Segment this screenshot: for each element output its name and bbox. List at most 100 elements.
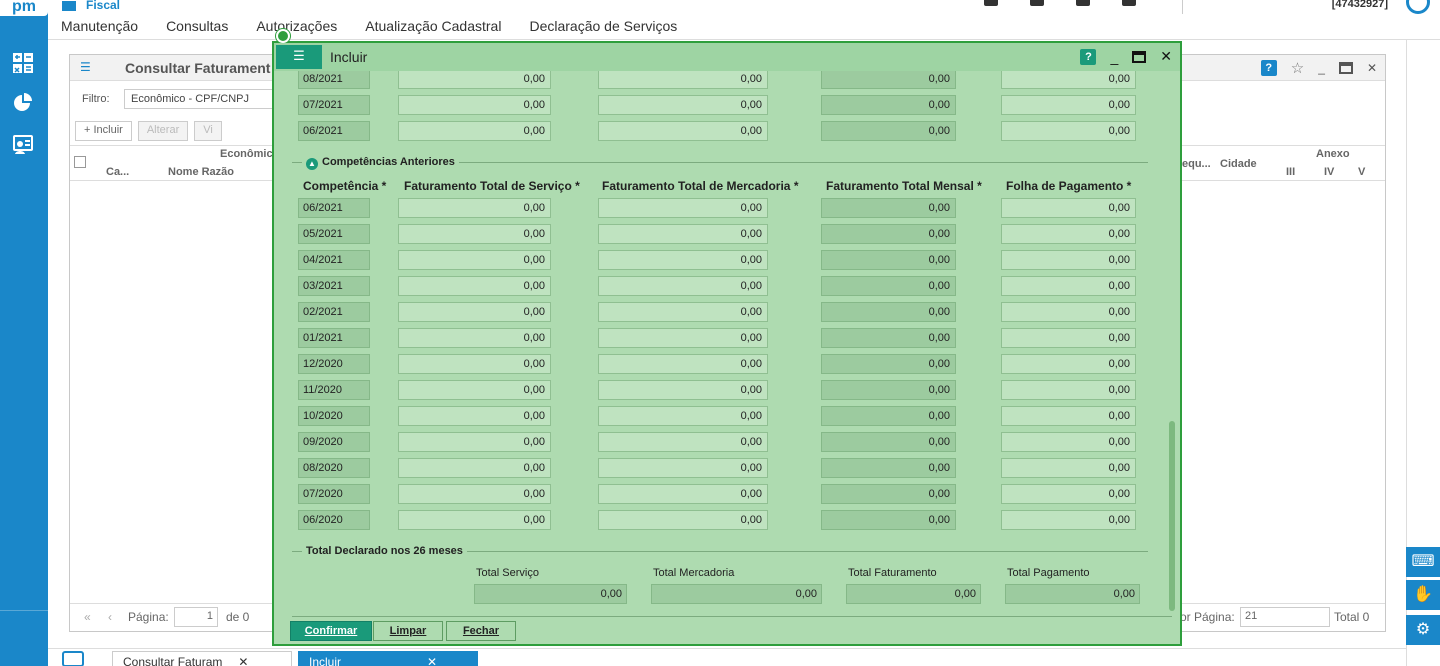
minimize-icon[interactable]: _: [1110, 49, 1118, 65]
per-page-select[interactable]: 21: [1240, 607, 1330, 627]
module-title[interactable]: Fiscal: [62, 0, 120, 12]
servico-input[interactable]: 0,00: [398, 95, 551, 115]
menu-consultas[interactable]: Consultas: [166, 18, 256, 34]
calculator-icon[interactable]: [12, 52, 36, 76]
maximize-icon[interactable]: [1338, 62, 1353, 74]
keyboard-icon[interactable]: ⌨: [1406, 547, 1440, 577]
servico-input[interactable]: 0,00: [398, 380, 551, 400]
visualizar-button[interactable]: Vi: [194, 121, 222, 141]
servico-input[interactable]: 0,00: [398, 458, 551, 478]
mercadoria-input[interactable]: 0,00: [598, 458, 768, 478]
servico-input[interactable]: 0,00: [398, 354, 551, 374]
col-ca[interactable]: Ca...: [106, 166, 129, 178]
servico-input[interactable]: 0,00: [398, 510, 551, 530]
servico-input[interactable]: 0,00: [398, 328, 551, 348]
mercadoria-input[interactable]: 0,00: [598, 328, 768, 348]
servico-input[interactable]: 0,00: [398, 224, 551, 244]
servico-input[interactable]: 0,00: [398, 121, 551, 141]
col-anexo-iii[interactable]: III: [1286, 166, 1295, 178]
folha-input[interactable]: 0,00: [1001, 510, 1136, 530]
calculator-small-icon[interactable]: [1030, 0, 1044, 6]
prev-page-icon[interactable]: ‹: [108, 610, 112, 624]
close-icon[interactable]: ✕: [1160, 48, 1172, 65]
folha-input[interactable]: 0,00: [1001, 198, 1136, 218]
mercadoria-input[interactable]: 0,00: [598, 95, 768, 115]
logout-icon[interactable]: [1122, 0, 1136, 6]
menu-autorizacoes[interactable]: Autorizações: [256, 18, 365, 34]
task-consultar[interactable]: Consultar Faturam ✕: [112, 651, 292, 666]
mercadoria-input[interactable]: 0,00: [598, 71, 768, 89]
app-logo[interactable]: pm: [0, 0, 48, 16]
folha-input[interactable]: 0,00: [1001, 406, 1136, 426]
alterar-button[interactable]: Alterar: [137, 121, 189, 141]
mercadoria-input[interactable]: 0,00: [598, 224, 768, 244]
select-all-checkbox[interactable]: [74, 156, 86, 168]
folha-input[interactable]: 0,00: [1001, 95, 1136, 115]
limpar-button[interactable]: Limpar: [373, 621, 443, 641]
page-input[interactable]: 1: [174, 607, 218, 627]
scrollbar-thumb[interactable]: [1169, 421, 1175, 611]
folha-input[interactable]: 0,00: [1001, 458, 1136, 478]
modal-header[interactable]: ☰ Incluir ? _ ✕: [274, 43, 1180, 71]
star-icon[interactable]: ☆: [1291, 59, 1304, 77]
mercadoria-input[interactable]: 0,00: [598, 276, 768, 296]
pie-chart-icon[interactable]: [12, 92, 36, 116]
user-form-icon[interactable]: [12, 134, 36, 158]
col-anexo-iv[interactable]: IV: [1324, 166, 1334, 178]
servico-input[interactable]: 0,00: [398, 276, 551, 296]
servico-input[interactable]: 0,00: [398, 432, 551, 452]
servico-input[interactable]: 0,00: [398, 302, 551, 322]
mercadoria-input[interactable]: 0,00: [598, 484, 768, 504]
mercadoria-input[interactable]: 0,00: [598, 406, 768, 426]
col-cidade[interactable]: Cidade: [1220, 158, 1257, 170]
servico-input[interactable]: 0,00: [398, 250, 551, 270]
close-icon[interactable]: ✕: [1367, 61, 1377, 75]
folha-input[interactable]: 0,00: [1001, 71, 1136, 89]
print-icon[interactable]: [1076, 0, 1090, 6]
maximize-icon[interactable]: [1132, 50, 1147, 63]
mercadoria-input[interactable]: 0,00: [598, 302, 768, 322]
task-close-icon[interactable]: ✕: [238, 655, 248, 666]
modal-scrollbar[interactable]: [1169, 71, 1177, 616]
task-close-icon[interactable]: ✕: [427, 655, 437, 666]
mercadoria-input[interactable]: 0,00: [598, 250, 768, 270]
mercadoria-input[interactable]: 0,00: [598, 354, 768, 374]
col-nome-razao[interactable]: Nome Razão: [168, 166, 234, 178]
servico-input[interactable]: 0,00: [398, 406, 551, 426]
first-page-icon[interactable]: «: [84, 610, 91, 624]
mercadoria-input[interactable]: 0,00: [598, 121, 768, 141]
user-avatar-icon[interactable]: [1406, 0, 1430, 14]
section-competencias-anteriores[interactable]: ▲ Competências Anteriores: [292, 156, 1148, 170]
fechar-button[interactable]: Fechar: [446, 621, 516, 641]
folha-input[interactable]: 0,00: [1001, 354, 1136, 374]
filter-select[interactable]: Econômico - CPF/CNPJ: [124, 89, 284, 109]
confirmar-button[interactable]: Confirmar: [290, 621, 372, 641]
menu-manutencao[interactable]: Manutenção: [61, 18, 166, 34]
mercadoria-input[interactable]: 0,00: [598, 432, 768, 452]
folha-input[interactable]: 0,00: [1001, 121, 1136, 141]
help-icon[interactable]: ?: [1080, 48, 1097, 65]
folha-input[interactable]: 0,00: [1001, 328, 1136, 348]
servico-input[interactable]: 0,00: [398, 484, 551, 504]
folha-input[interactable]: 0,00: [1001, 432, 1136, 452]
menu-atualizacao-cadastral[interactable]: Atualização Cadastral: [365, 18, 529, 34]
incluir-button[interactable]: + Incluir: [75, 121, 132, 141]
menu-declaracao-servicos[interactable]: Declaração de Serviços: [529, 18, 705, 34]
chevron-up-icon[interactable]: ▲: [306, 158, 318, 170]
settings-gear-icon[interactable]: ⚙: [1406, 615, 1440, 645]
folha-input[interactable]: 0,00: [1001, 302, 1136, 322]
folha-input[interactable]: 0,00: [1001, 380, 1136, 400]
windows-list-icon[interactable]: [62, 651, 84, 666]
bell-icon[interactable]: [984, 0, 998, 6]
mercadoria-input[interactable]: 0,00: [598, 510, 768, 530]
folha-input[interactable]: 0,00: [1001, 224, 1136, 244]
minimize-icon[interactable]: _: [1318, 61, 1325, 75]
task-incluir[interactable]: Incluir ✕: [298, 651, 478, 666]
mercadoria-input[interactable]: 0,00: [598, 198, 768, 218]
col-anexo-v[interactable]: V: [1358, 166, 1365, 178]
col-sequ[interactable]: equ...: [1182, 158, 1211, 170]
help-icon[interactable]: ?: [1260, 60, 1277, 76]
servico-input[interactable]: 0,00: [398, 198, 551, 218]
servico-input[interactable]: 0,00: [398, 71, 551, 89]
drag-grip-icon[interactable]: [276, 29, 290, 43]
